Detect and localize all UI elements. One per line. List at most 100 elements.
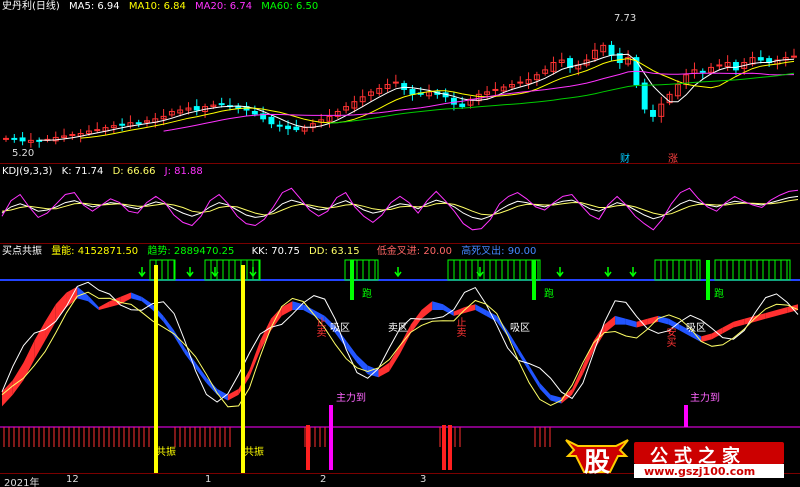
candle-body (268, 116, 275, 125)
watermark-logo: 股 公式之家 www.gszj100.com (562, 434, 792, 480)
candle-body (757, 57, 764, 61)
ma5-line (39, 53, 795, 141)
label-run-1: 跑 (362, 289, 372, 300)
candle-body (251, 110, 258, 115)
signal-column-0 (306, 425, 310, 470)
ind-dd: DD: 63.15 (309, 246, 360, 257)
ma20-label: MA20: 6.74 (195, 1, 253, 12)
signal-column-1 (442, 425, 446, 470)
price-header: 史丹利(日线) MA5: 6.94 MA10: 6.84 MA20: 6.74 … (0, 0, 324, 14)
label-safe-buy: 安买 (664, 327, 675, 347)
candle-body (401, 83, 408, 90)
band-segment (443, 304, 454, 316)
band-segment (421, 301, 433, 319)
band-segment (776, 307, 788, 316)
indicator-header: 买点共振 量能: 4152871.50 趋势: 2889470.25 KK: 7… (0, 245, 542, 259)
x-month-2: 2 (320, 474, 327, 485)
label-stop-sell-2: 止卖 (454, 317, 465, 337)
x-month-12: 12 (66, 474, 79, 485)
candle-body (608, 44, 615, 56)
kdj-j-line (1, 187, 799, 231)
candle-body (94, 129, 101, 132)
watermark-gu: 股 (584, 448, 611, 478)
band-segment (765, 310, 777, 319)
candle-body (732, 62, 739, 71)
kdj-panel: KDJ(9,3,3) K: 71.74 D: 66.66 J: 81.88 (0, 165, 800, 243)
candle-body (19, 137, 26, 142)
band-segment (174, 330, 185, 354)
label-accumulate-3: 吸区 (686, 323, 706, 334)
separator-2 (0, 243, 800, 244)
event-zhang-label: 涨 (668, 154, 678, 163)
label-accumulate-2: 吸区 (510, 323, 530, 334)
resonance-column-0 (154, 265, 158, 473)
ind-title[interactable]: 买点共振 (2, 246, 42, 257)
label-main-arrive-2: 主力到 (690, 393, 720, 404)
kdj-d: D: 66.66 (112, 166, 156, 177)
band-segment (141, 296, 153, 311)
label-resonance-2: 共振 (244, 447, 264, 458)
ind-volume: 量能: 4152871.50 (51, 246, 139, 257)
high-price-label: 7.73 (614, 13, 637, 24)
kdj-k: K: 71.74 (61, 166, 104, 177)
signal-column-4 (684, 405, 688, 427)
ma60-label: MA60: 6.50 (261, 1, 319, 12)
candle-body (492, 88, 499, 91)
candle-body (409, 88, 416, 95)
label-main-arrive-1: 主力到 (336, 393, 366, 404)
ma10-label: MA10: 6.84 (128, 1, 186, 12)
band-segment (615, 315, 626, 325)
ind-trend: 趋势: 2889470.25 (147, 246, 235, 257)
label-run-2: 跑 (544, 289, 554, 300)
label-run-3: 跑 (714, 289, 724, 300)
band-segment (539, 383, 551, 401)
candle-body (699, 70, 706, 73)
x-year: 2021年 (4, 478, 40, 487)
candle-body (650, 110, 656, 117)
down-arrow-6 (556, 267, 564, 278)
candlestick-chart[interactable] (0, 0, 800, 163)
band-segment (722, 321, 734, 334)
candle-body (69, 133, 76, 136)
candle-body (276, 124, 283, 127)
signal-column-2 (448, 425, 452, 470)
x-month-1: 1 (205, 474, 212, 485)
band-segment (281, 301, 293, 316)
candle-body (285, 125, 291, 130)
price-panel: 史丹利(日线) MA5: 6.94 MA10: 6.84 MA20: 6.74 … (0, 0, 800, 163)
candle-body (517, 81, 524, 84)
band-segment (475, 304, 487, 316)
candle-body (450, 97, 457, 105)
candle-body (218, 103, 225, 106)
band-segment (432, 301, 444, 311)
candle-body (293, 126, 300, 131)
label-sell-zone-1: 卖区 (388, 323, 408, 334)
band-segment (518, 348, 530, 372)
band-segment (131, 292, 142, 302)
band-segment (550, 394, 562, 404)
signal-box-4 (654, 259, 701, 281)
kdj-j: J: 81.88 (164, 166, 203, 177)
down-arrow-8 (629, 267, 637, 278)
kdj-title[interactable]: KDJ(9,3,3) (2, 166, 52, 177)
band-segment (561, 388, 573, 404)
ind-low-gold: 低金叉进: 20.00 (376, 246, 452, 257)
label-accumulate-1: 吸区 (330, 323, 350, 334)
candle-body (459, 103, 466, 108)
candle-body (193, 106, 200, 111)
band-segment (701, 333, 712, 343)
band-segment (55, 292, 67, 322)
down-arrow-3 (249, 267, 257, 278)
band-segment (410, 310, 422, 334)
band-segment (625, 318, 637, 328)
candle-body (791, 55, 797, 58)
band-segment (98, 301, 110, 311)
kdj-k-line (1, 195, 799, 220)
kdj-d-line (1, 199, 799, 216)
signal-bar-0 (350, 260, 354, 300)
down-arrow-1 (186, 267, 194, 278)
resonance-column-1 (241, 265, 245, 473)
candle-body (135, 122, 142, 125)
stock-name[interactable]: 史丹利(日线) (2, 1, 60, 12)
low-price-label: 5.20 (12, 148, 35, 159)
